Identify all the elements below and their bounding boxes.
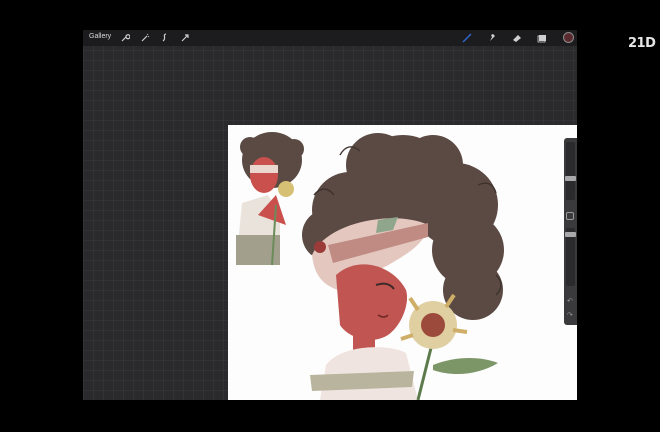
illustration — [236, 132, 504, 400]
color-picker-button[interactable] — [563, 32, 574, 43]
smudge-icon[interactable] — [486, 32, 498, 44]
face — [336, 264, 408, 360]
undo-icon[interactable]: ↶ — [567, 297, 573, 305]
selection-icon[interactable] — [159, 32, 171, 44]
layers-icon[interactable] — [536, 32, 548, 44]
procreate-app: Gallery ↶ ↷ — [83, 30, 577, 400]
sketch-figure — [236, 132, 304, 266]
brush-size-handle[interactable] — [565, 176, 576, 181]
gallery-button[interactable]: Gallery — [89, 33, 111, 40]
shirt — [310, 347, 418, 400]
transform-icon[interactable] — [179, 32, 191, 44]
brush-icon[interactable] — [461, 32, 473, 44]
modify-button[interactable] — [566, 212, 574, 220]
right-sidebar: ↶ ↷ — [564, 138, 577, 325]
drawing-canvas[interactable] — [228, 125, 577, 400]
top-toolbar: Gallery — [83, 30, 577, 46]
opacity-handle[interactable] — [565, 232, 576, 237]
magic-wand-icon[interactable] — [139, 32, 151, 44]
redo-icon[interactable]: ↷ — [567, 311, 573, 319]
wrench-icon[interactable] — [119, 32, 131, 44]
eraser-icon[interactable] — [511, 32, 523, 44]
opacity-slider[interactable] — [565, 228, 576, 286]
watermark-logo: 21D — [628, 36, 656, 51]
brush-size-slider[interactable] — [565, 142, 576, 200]
